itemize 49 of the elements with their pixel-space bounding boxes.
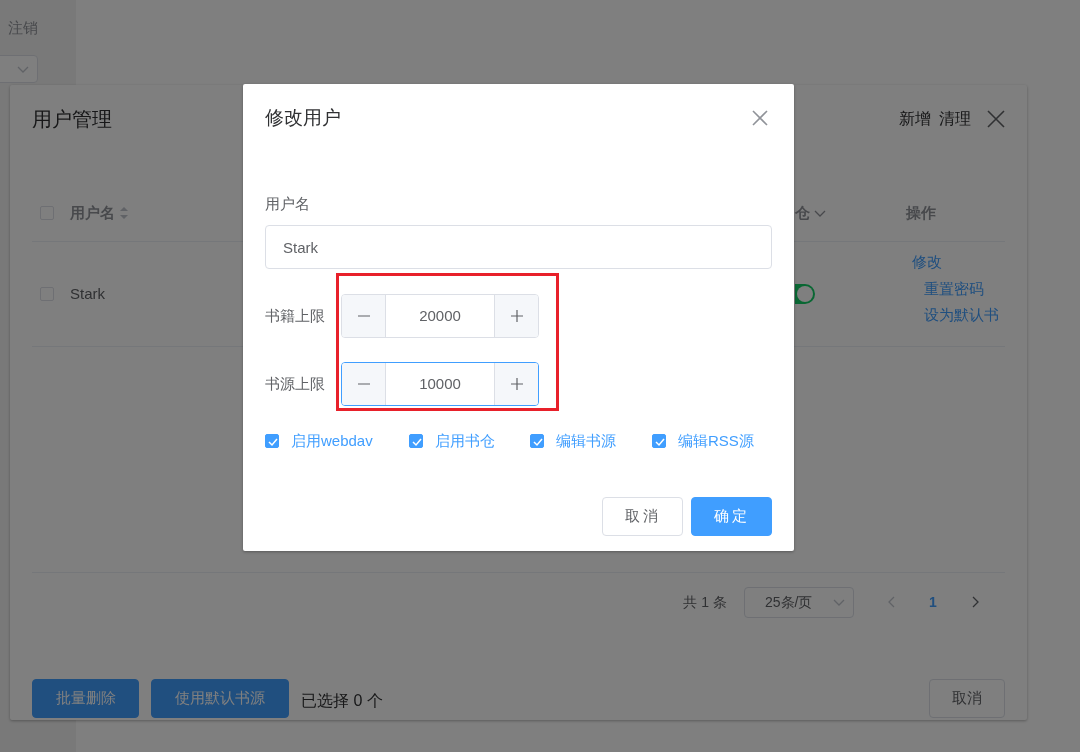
panel-title: 用户管理: [32, 107, 112, 132]
chevron-right-icon: [971, 596, 979, 608]
table-cell-text: Stark: [70, 283, 105, 304]
checkbox-label[interactable]: 启用webdav: [291, 430, 373, 453]
action-link[interactable]: 重置密码: [906, 277, 1005, 301]
toggle-switch[interactable]: [795, 283, 816, 305]
select-field[interactable]: [0, 55, 38, 83]
sort-icon[interactable]: [119, 206, 129, 220]
total-count: 共 1 条: [683, 592, 727, 612]
checkbox-label[interactable]: 启用书仓: [435, 430, 495, 453]
increment-button[interactable]: [494, 363, 538, 405]
checkbox-label[interactable]: 编辑RSS源: [678, 430, 754, 453]
plus-icon[interactable]: [510, 378, 523, 390]
field-label: 用户名: [265, 193, 311, 214]
confirm-button[interactable]: 确定: [691, 496, 772, 536]
checkbox[interactable]: [265, 434, 279, 449]
checkbox[interactable]: [530, 434, 544, 449]
page-number[interactable]: 1: [918, 591, 948, 613]
plus-icon[interactable]: [510, 310, 523, 322]
checkbox[interactable]: [409, 434, 423, 449]
dialog-title: 修改用户: [265, 106, 341, 130]
checkbox[interactable]: [652, 434, 666, 449]
checkbox-label[interactable]: 编辑书源: [556, 430, 616, 453]
decrement-button[interactable]: [342, 363, 386, 405]
number-stepper[interactable]: 20000: [341, 294, 539, 338]
header-action-link[interactable]: 清理: [939, 107, 971, 131]
caret-icon: [17, 65, 29, 73]
filter-caret-icon: [814, 209, 826, 217]
username-input[interactable]: Stark: [265, 225, 772, 269]
action-link[interactable]: 设为默认书: [906, 304, 1005, 327]
caret-icon: [833, 598, 845, 606]
close-icon[interactable]: [752, 110, 768, 127]
header-action-link[interactable]: 新增: [899, 107, 931, 131]
default-source-button[interactable]: 使用默认书源: [151, 679, 289, 718]
field-label: 书籍上限: [265, 305, 326, 326]
minus-icon[interactable]: [357, 315, 370, 317]
cancel-button[interactable]: 取消: [602, 496, 683, 536]
close-icon[interactable]: [987, 110, 1005, 128]
action-link[interactable]: 修改: [906, 251, 1005, 274]
cancel-button[interactable]: 取消: [929, 679, 1005, 718]
chevron-left-icon: [887, 596, 895, 608]
field-label: 书源上限: [265, 373, 326, 394]
number-stepper[interactable]: 10000: [341, 362, 539, 406]
decrement-button[interactable]: [342, 295, 386, 337]
selection-count: 已选择 0 个: [301, 690, 383, 711]
page-size-select[interactable]: 25条/页: [744, 586, 854, 618]
batch-delete-button[interactable]: 批量删除: [32, 679, 139, 718]
increment-button[interactable]: [494, 295, 538, 337]
minus-icon[interactable]: [357, 383, 370, 385]
